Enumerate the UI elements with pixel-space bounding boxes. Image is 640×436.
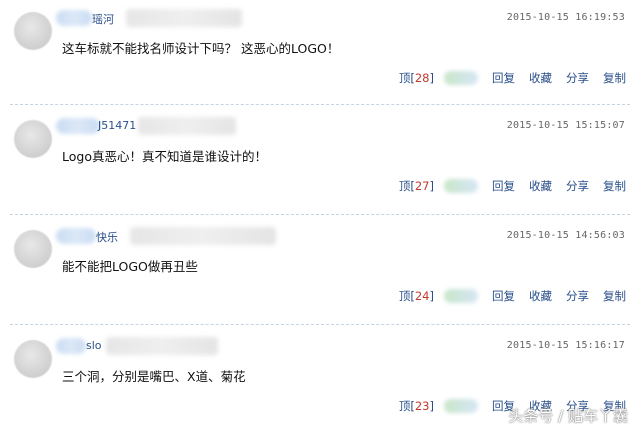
share-button[interactable]: 分享 bbox=[566, 288, 589, 304]
username-blurred bbox=[56, 118, 100, 134]
copy-button[interactable]: 复制 bbox=[603, 70, 626, 86]
favorite-button[interactable]: 收藏 bbox=[529, 178, 552, 194]
avatar[interactable] bbox=[14, 340, 52, 378]
blurred-action bbox=[444, 71, 478, 85]
upvote-button[interactable]: 顶[27] bbox=[399, 178, 434, 194]
comment-item: J51471 2015-10-15 15:15:07 Logo真恶心！真不知道是… bbox=[0, 108, 640, 216]
upvote-button[interactable]: 顶[28] bbox=[399, 70, 434, 86]
comment-text: 三个洞，分别是嘴巴、X道、菊花 bbox=[62, 369, 246, 384]
user-meta-blurred bbox=[126, 9, 242, 27]
comment-actions: 顶[27] 回复 收藏 分享 复制 bbox=[399, 178, 626, 194]
comment-timestamp: 2015-10-15 16:19:53 bbox=[506, 12, 625, 23]
share-button[interactable]: 分享 bbox=[566, 70, 589, 86]
upvote-button[interactable]: 顶[24] bbox=[399, 288, 434, 304]
reply-button[interactable]: 回复 bbox=[492, 288, 515, 304]
username-fragment[interactable]: slo bbox=[86, 339, 102, 352]
upvote-count: 28 bbox=[414, 71, 430, 85]
comment-timestamp: 2015-10-15 15:16:17 bbox=[506, 340, 625, 351]
comment-timestamp: 2015-10-15 14:56:03 bbox=[506, 230, 625, 241]
comment-text: Logo真恶心！真不知道是谁设计的！ bbox=[62, 149, 267, 164]
user-meta-blurred bbox=[130, 227, 276, 245]
username-fragment[interactable]: 瑶河 bbox=[92, 11, 114, 27]
copy-button[interactable]: 复制 bbox=[603, 288, 626, 304]
blurred-action bbox=[444, 399, 478, 413]
avatar[interactable] bbox=[14, 230, 52, 268]
reply-button[interactable]: 回复 bbox=[492, 70, 515, 86]
comment-text: 能不能把LOGO做再丑些 bbox=[62, 259, 198, 274]
comment-actions: 顶[28] 回复 收藏 分享 复制 bbox=[399, 70, 626, 86]
blurred-action bbox=[444, 179, 478, 193]
favorite-button[interactable]: 收藏 bbox=[529, 70, 552, 86]
watermark: 头条号 / 贴车丫囊 bbox=[508, 407, 628, 425]
copy-button[interactable]: 复制 bbox=[603, 178, 626, 194]
divider bbox=[10, 214, 630, 215]
share-button[interactable]: 分享 bbox=[566, 178, 589, 194]
comment-text: 这车标就不能找名师设计下吗？ 这恶心的LOGO！ bbox=[62, 41, 340, 56]
upvote-count: 27 bbox=[414, 179, 430, 193]
username-blurred bbox=[56, 338, 86, 354]
blurred-action bbox=[444, 289, 478, 303]
upvote-count: 23 bbox=[414, 399, 430, 413]
username-fragment[interactable]: 快乐 bbox=[96, 229, 118, 245]
avatar[interactable] bbox=[14, 120, 52, 158]
upvote-count: 24 bbox=[414, 289, 430, 303]
username-blurred bbox=[56, 228, 96, 244]
comment-timestamp: 2015-10-15 15:15:07 bbox=[506, 120, 625, 131]
comment-item: 快乐 2015-10-15 14:56:03 能不能把LOGO做再丑些 顶[24… bbox=[0, 218, 640, 326]
upvote-button[interactable]: 顶[23] bbox=[399, 398, 434, 414]
reply-button[interactable]: 回复 bbox=[492, 178, 515, 194]
divider bbox=[10, 104, 630, 105]
user-meta-blurred bbox=[138, 117, 236, 135]
avatar[interactable] bbox=[14, 12, 52, 50]
favorite-button[interactable]: 收藏 bbox=[529, 288, 552, 304]
comment-actions: 顶[24] 回复 收藏 分享 复制 bbox=[399, 288, 626, 304]
username-blurred bbox=[56, 10, 92, 26]
user-meta-blurred bbox=[106, 337, 218, 355]
comment-item: 瑶河 2015-10-15 16:19:53 这车标就不能找名师设计下吗？ 这恶… bbox=[0, 0, 640, 108]
username-fragment[interactable]: J51471 bbox=[98, 119, 136, 132]
divider bbox=[10, 324, 630, 325]
